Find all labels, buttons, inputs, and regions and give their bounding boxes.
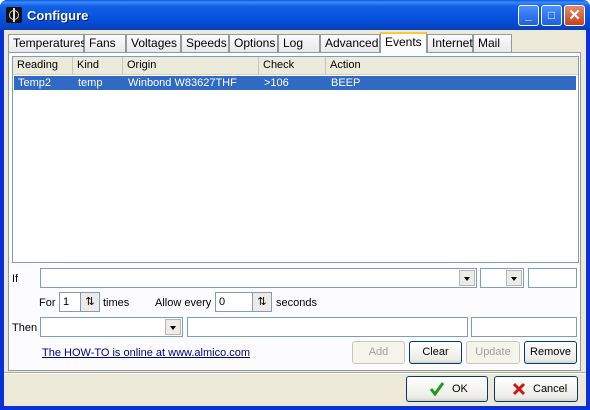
cancel-button[interactable]: Cancel	[494, 376, 578, 402]
update-button[interactable]: Update	[466, 341, 520, 364]
minimize-icon: _	[525, 8, 532, 22]
configure-window: Configure _ □ ✕ Temperatures Fans Voltag…	[0, 0, 590, 410]
column-kind[interactable]: Kind	[73, 57, 123, 74]
clear-button[interactable]: Clear	[409, 341, 462, 364]
window-title: Configure	[27, 8, 89, 23]
spin-arrows-icon[interactable]: ⇅	[80, 292, 100, 312]
check-icon	[429, 382, 445, 397]
column-reading[interactable]: Reading	[13, 57, 73, 74]
times-label: times	[103, 297, 130, 309]
add-button[interactable]: Add	[352, 341, 405, 364]
minimize-button[interactable]: _	[518, 5, 539, 26]
cell-check: >106	[264, 77, 289, 89]
remove-button[interactable]: Remove	[524, 341, 577, 364]
title-bar[interactable]: Configure _ □ ✕	[0, 0, 590, 30]
bottom-divider	[4, 372, 586, 374]
ok-button[interactable]: OK	[406, 376, 488, 402]
spin-arrows-icon[interactable]: ⇅	[252, 292, 272, 312]
allow-every-label: Allow every	[155, 297, 212, 309]
tab-internet[interactable]: Internet	[427, 34, 473, 52]
cell-reading: Temp2	[18, 77, 52, 89]
tab-speeds[interactable]: Speeds	[181, 34, 229, 52]
if-operator-combo[interactable]	[480, 268, 524, 288]
tab-options[interactable]: Options	[229, 34, 278, 52]
close-button[interactable]: ✕	[564, 5, 585, 26]
tab-mail[interactable]: Mail	[473, 34, 512, 52]
tab-advanced[interactable]: Advanced	[320, 34, 380, 52]
close-icon: ✕	[568, 7, 581, 24]
for-label: For	[39, 297, 56, 309]
tab-fans[interactable]: Fans	[84, 34, 126, 52]
chevron-down-icon[interactable]	[165, 319, 181, 335]
then-label: Then	[12, 322, 38, 334]
cancel-label: Cancel	[533, 383, 568, 395]
then-param-field[interactable]	[187, 317, 468, 337]
speedfan-icon	[6, 7, 22, 23]
dialog-client: Temperatures Fans Voltages Speeds Option…	[4, 30, 586, 406]
if-condition-combo[interactable]	[40, 268, 477, 288]
for-count-field[interactable]: 1	[59, 292, 81, 312]
events-list-header: Reading Kind Origin Check Action	[13, 57, 578, 75]
tab-log[interactable]: Log	[278, 34, 320, 52]
column-action[interactable]: Action	[326, 57, 578, 74]
events-panel: Reading Kind Origin Check Action Temp2 t…	[8, 52, 581, 371]
then-action-combo[interactable]	[40, 317, 183, 337]
chevron-down-icon[interactable]	[459, 270, 475, 286]
then-extra-field[interactable]	[471, 317, 577, 337]
tab-strip: Temperatures Fans Voltages Speeds Option…	[8, 32, 582, 53]
seconds-label: seconds	[276, 297, 317, 309]
if-label: If	[12, 273, 19, 285]
allow-every-field[interactable]: 0	[215, 292, 253, 312]
cell-origin: Winbond W83627THF	[128, 77, 237, 89]
table-row[interactable]: Temp2 temp Winbond W83627THF >106 BEEP	[14, 76, 576, 90]
x-icon	[512, 382, 526, 396]
events-list[interactable]: Reading Kind Origin Check Action Temp2 t…	[12, 56, 579, 263]
tab-voltages[interactable]: Voltages	[126, 34, 181, 52]
chevron-down-icon[interactable]	[506, 270, 522, 286]
cell-kind: temp	[78, 77, 103, 89]
if-threshold-field[interactable]	[528, 268, 577, 288]
column-check[interactable]: Check	[259, 57, 326, 74]
maximize-icon: □	[547, 8, 556, 22]
howto-link[interactable]: The HOW-TO is online at www.almico.com	[42, 347, 250, 359]
column-origin[interactable]: Origin	[123, 57, 259, 74]
maximize-button[interactable]: □	[541, 5, 562, 26]
tab-events[interactable]: Events	[380, 32, 427, 53]
ok-label: OK	[452, 383, 468, 395]
tab-temperatures[interactable]: Temperatures	[8, 34, 86, 52]
cell-action: BEEP	[331, 77, 361, 89]
